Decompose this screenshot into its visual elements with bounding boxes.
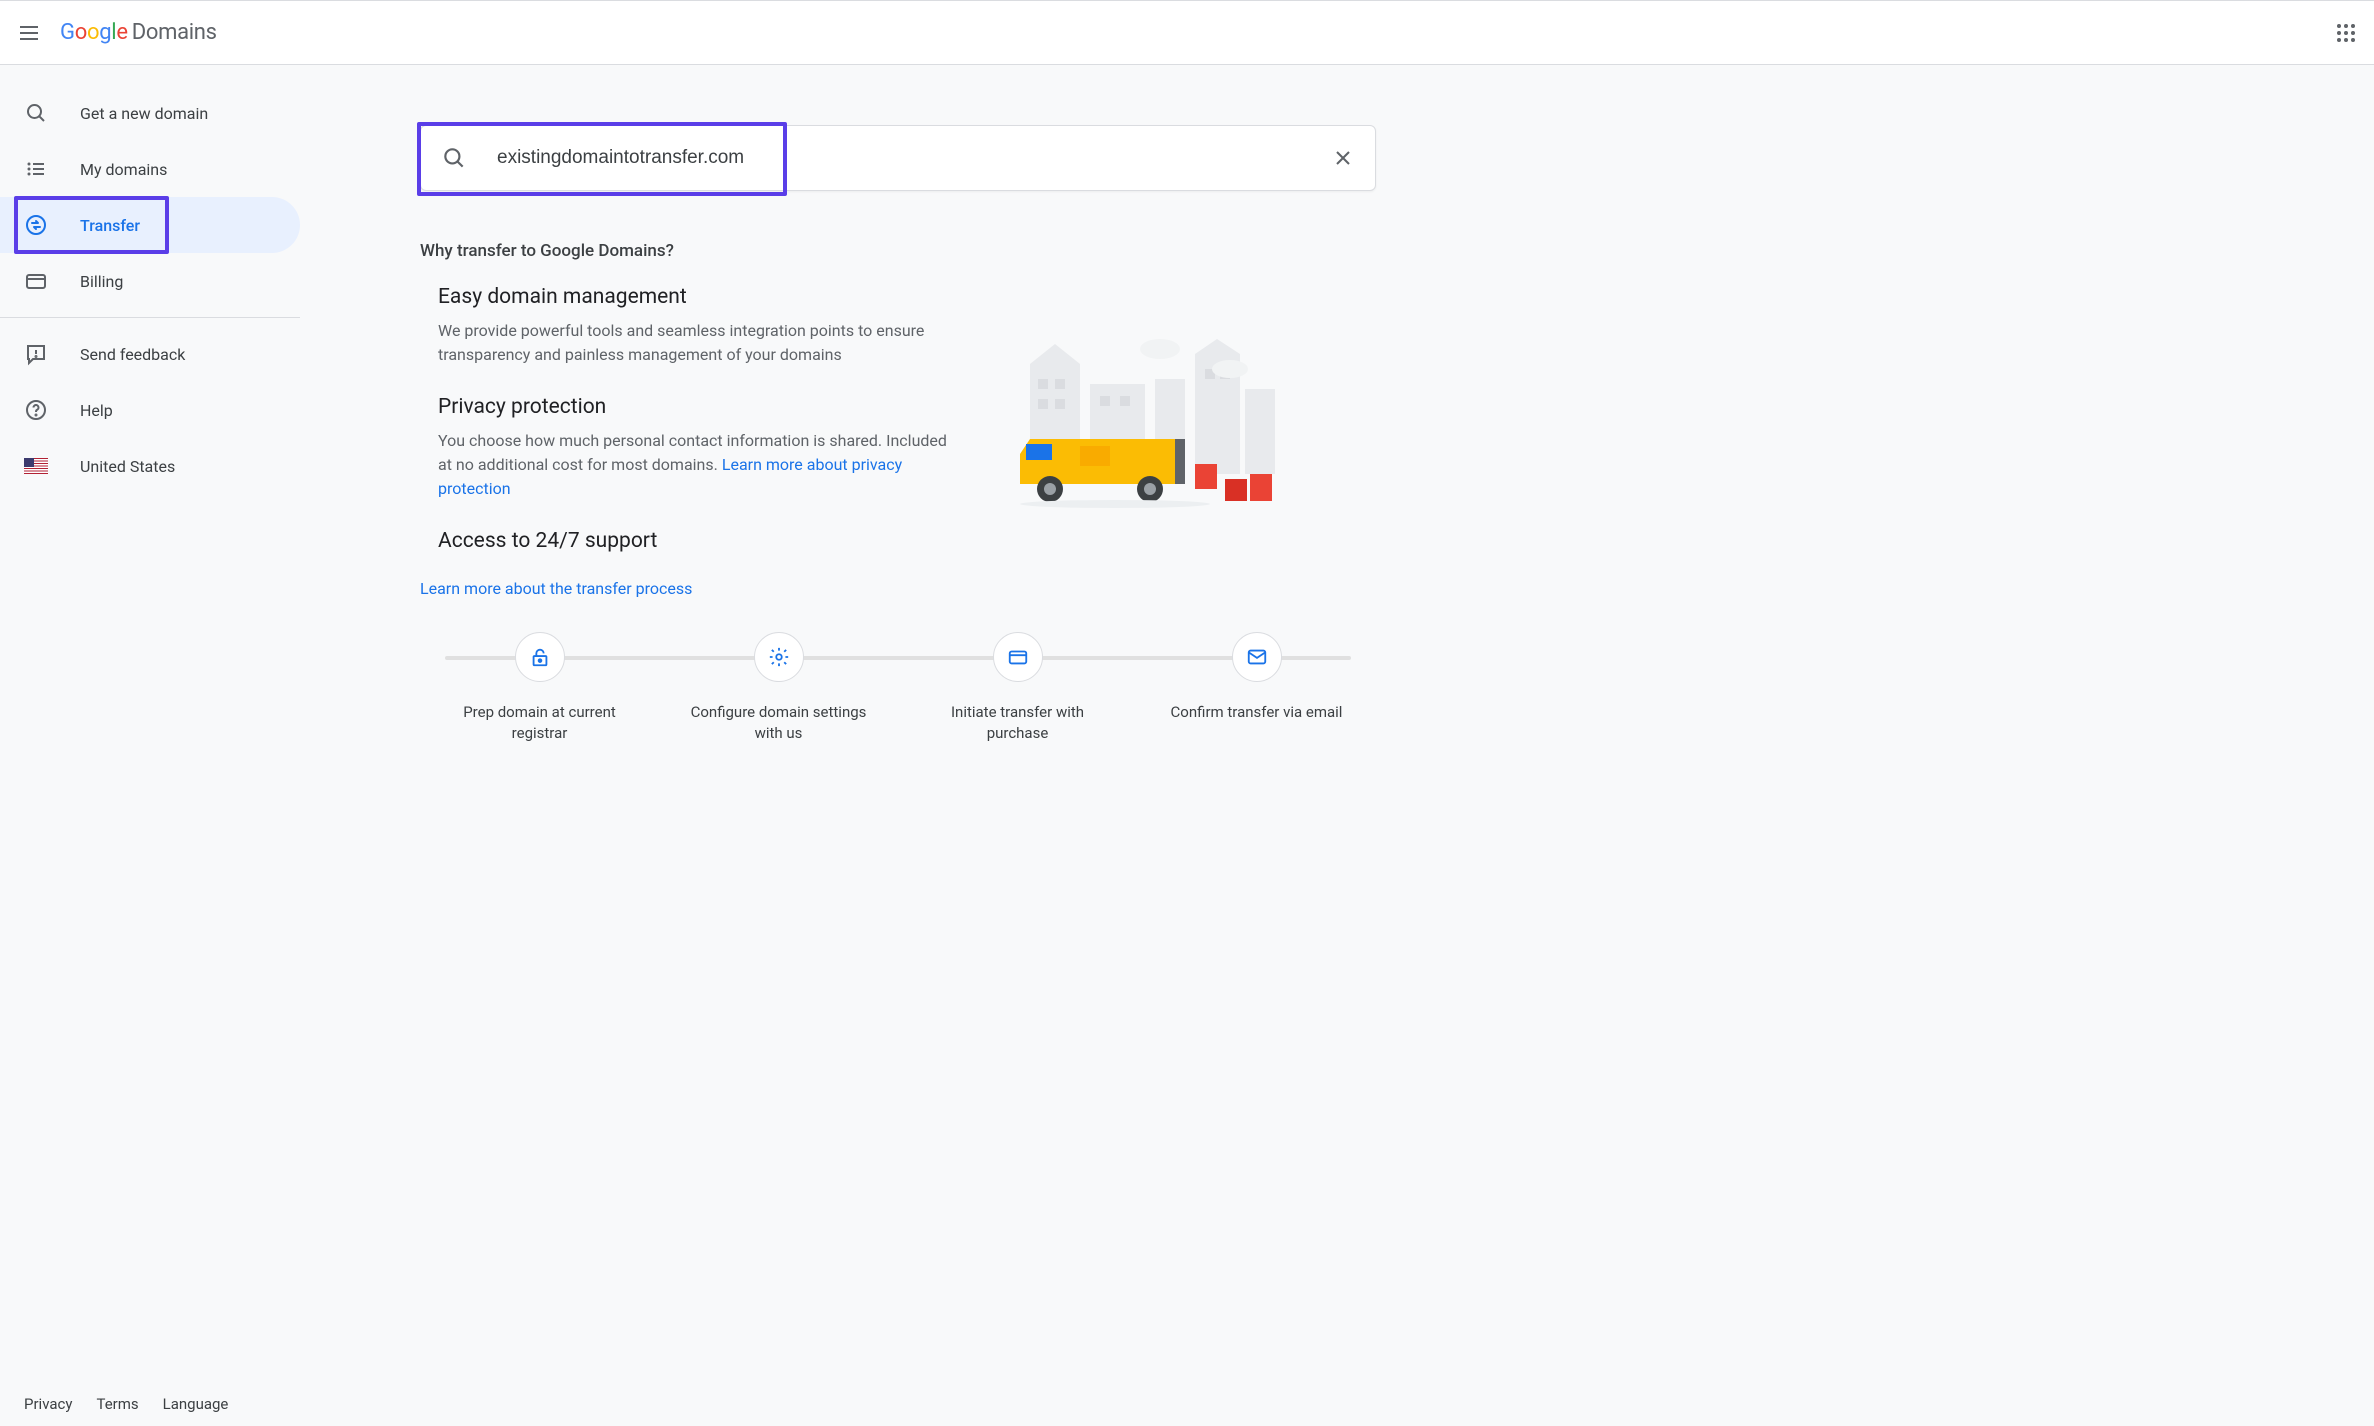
benefit-text: You choose how much personal contact inf… [438, 429, 960, 501]
benefit-support: Access to 24/7 support [438, 529, 960, 553]
list-icon [24, 157, 48, 181]
sidebar-item-billing[interactable]: Billing [0, 253, 300, 309]
transfer-steps: Prep domain at current registrar Configu… [420, 622, 1376, 744]
credit-card-icon [24, 269, 48, 293]
sidebar-divider [0, 317, 300, 318]
step-initiate: Initiate transfer with purchase [898, 632, 1137, 744]
step-prep-domain: Prep domain at current registrar [420, 632, 659, 744]
gear-icon [768, 646, 790, 668]
credit-card-icon [1007, 646, 1029, 668]
search-icon [441, 145, 467, 171]
sidebar-footer-links: Privacy Terms Language [24, 1395, 228, 1413]
sidebar-item-label: Get a new domain [80, 104, 208, 123]
privacy-link[interactable]: Privacy [24, 1395, 72, 1413]
benefit-title: Privacy protection [438, 395, 960, 419]
lock-open-icon [529, 646, 551, 668]
logo-product-name: Domains [132, 20, 217, 45]
sidebar-item-my-domains[interactable]: My domains [0, 141, 300, 197]
domain-search-input[interactable] [497, 147, 1331, 169]
app-header: Google Domains [0, 1, 2374, 65]
sidebar-item-label: Billing [80, 272, 123, 291]
benefit-title: Access to 24/7 support [438, 529, 960, 553]
domain-search-box [420, 125, 1376, 191]
step-label: Prep domain at current registrar [445, 702, 635, 744]
learn-transfer-process-link[interactable]: Learn more about the transfer process [420, 579, 1376, 598]
sidebar: Get a new domain My domains Transfer Bil… [0, 65, 300, 1425]
sidebar-item-label: United States [80, 457, 175, 476]
benefit-title: Easy domain management [438, 285, 960, 309]
main-content: Why transfer to Google Domains? Easy dom… [300, 65, 1400, 1425]
sidebar-item-label: Transfer [80, 216, 140, 235]
step-label: Initiate transfer with purchase [923, 702, 1113, 744]
sidebar-item-transfer[interactable]: Transfer [0, 197, 300, 253]
benefit-easy-management: Easy domain management We provide powerf… [438, 285, 960, 367]
search-icon [24, 101, 48, 125]
feedback-icon [24, 342, 48, 366]
sidebar-item-label: My domains [80, 160, 167, 179]
google-apps-icon[interactable] [2334, 21, 2358, 45]
clear-icon[interactable] [1331, 146, 1355, 170]
sidebar-item-get-new-domain[interactable]: Get a new domain [0, 85, 300, 141]
moving-truck-illustration [1020, 324, 1280, 524]
email-icon [1246, 646, 1268, 668]
sidebar-item-help[interactable]: Help [0, 382, 300, 438]
sidebar-item-country[interactable]: United States [0, 438, 300, 494]
why-transfer-heading: Why transfer to Google Domains? [420, 241, 1376, 261]
help-icon [24, 398, 48, 422]
us-flag-icon [24, 454, 48, 478]
transfer-icon [24, 213, 48, 237]
hamburger-menu-icon[interactable] [20, 21, 44, 45]
sidebar-item-label: Send feedback [80, 345, 185, 364]
step-confirm: Confirm transfer via email [1137, 632, 1376, 723]
step-label: Confirm transfer via email [1162, 702, 1352, 723]
benefit-text: We provide powerful tools and seamless i… [438, 319, 960, 367]
terms-link[interactable]: Terms [96, 1395, 138, 1413]
google-domains-logo[interactable]: Google Domains [60, 20, 217, 45]
benefit-privacy: Privacy protection You choose how much p… [438, 395, 960, 501]
language-link[interactable]: Language [163, 1395, 229, 1413]
sidebar-item-send-feedback[interactable]: Send feedback [0, 326, 300, 382]
step-configure: Configure domain settings with us [659, 632, 898, 744]
step-label: Configure domain settings with us [684, 702, 874, 744]
sidebar-item-label: Help [80, 401, 113, 420]
